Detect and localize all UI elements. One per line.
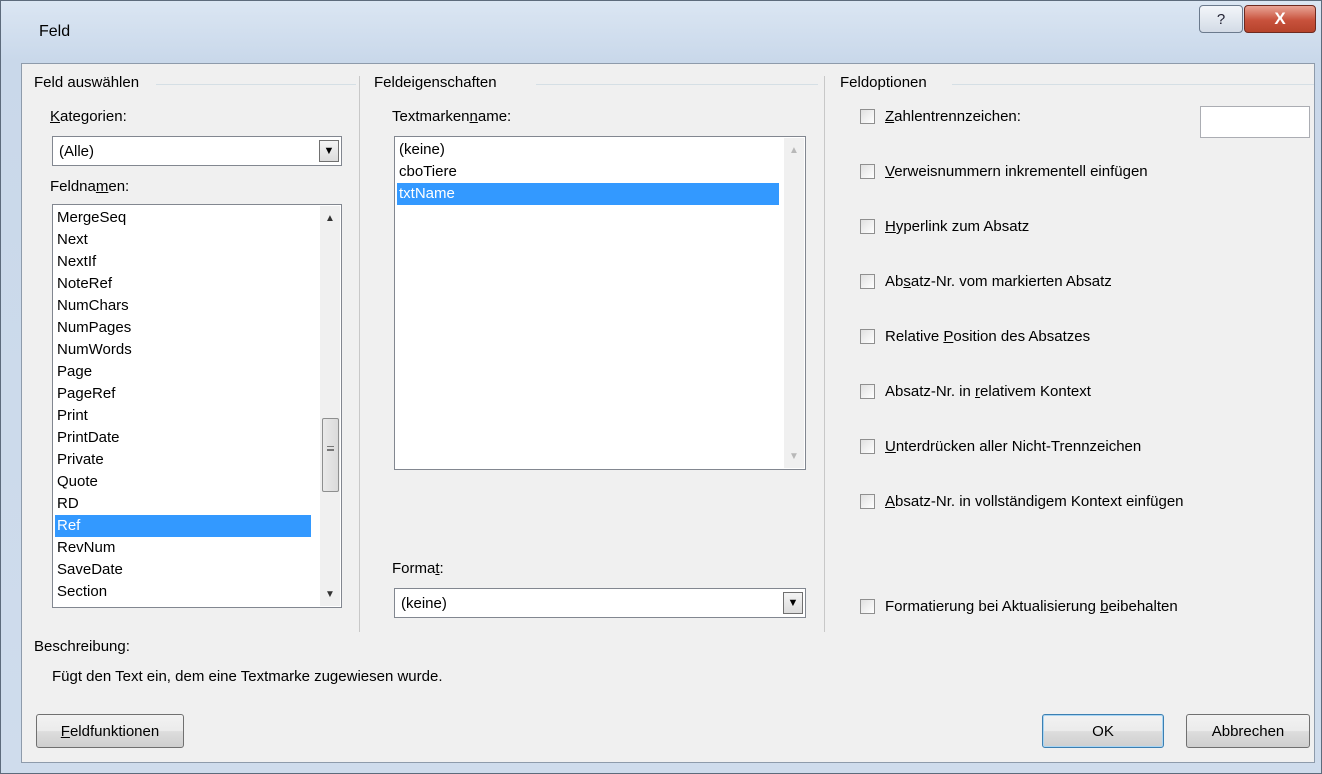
scroll-up-icon[interactable]: ▲	[320, 208, 340, 228]
chevron-down-icon[interactable]: ▼	[319, 140, 339, 162]
fieldname-item[interactable]: PageRef	[55, 383, 311, 405]
option-label: Zahlentrennzeichen:	[885, 108, 1021, 125]
help-icon: ?	[1216, 10, 1226, 28]
option-checkbox[interactable]	[860, 439, 875, 454]
fieldname-item[interactable]: NumPages	[55, 317, 311, 339]
chevron-down-icon[interactable]: ▼	[783, 592, 803, 614]
number-separator-input[interactable]	[1200, 106, 1310, 138]
title-bar: Feld ? X	[1, 1, 1321, 63]
cancel-label: Abbrechen	[1211, 722, 1285, 740]
field-dialog: Feld ? X Feld auswählen Kategorien: (All…	[0, 0, 1322, 774]
fieldname-item[interactable]: Page	[55, 361, 311, 383]
fieldname-item[interactable]: SaveDate	[55, 559, 311, 581]
ok-label: OK	[1092, 722, 1114, 740]
option-checkbox[interactable]	[860, 384, 875, 399]
fieldname-item[interactable]: MergeSeq	[55, 207, 311, 229]
fieldname-item[interactable]: NumWords	[55, 339, 311, 361]
bookmark-label: Textmarkenname:	[392, 108, 512, 125]
help-button[interactable]: ?	[1199, 5, 1243, 33]
fieldname-item[interactable]: NextIf	[55, 251, 311, 273]
dialog-client: Feld auswählen Kategorien: (Alle) ▼ Feld…	[21, 63, 1315, 763]
format-value: (keine)	[401, 595, 447, 612]
bookmark-listbox[interactable]: (keine) cboTiere txtName ▲ ▼	[394, 136, 806, 470]
fieldname-item[interactable]: RD	[55, 493, 311, 515]
categories-label: Kategorien:	[50, 108, 127, 125]
fieldname-item[interactable]: Ref	[55, 515, 311, 537]
fieldname-item[interactable]: Quote	[55, 471, 311, 493]
option-checkbox-row[interactable]: Absatz-Nr. in relativem Kontext	[860, 383, 1091, 400]
fieldname-item[interactable]: RevNum	[55, 537, 311, 559]
fieldname-item[interactable]: Print	[55, 405, 311, 427]
option-label: Formatierung bei Aktualisierung beibehal…	[885, 598, 1178, 615]
options-group-title: Feldoptionen	[840, 74, 927, 91]
column-separator	[824, 76, 825, 632]
field-codes-label: Feldfunktionen	[60, 722, 160, 740]
option-checkbox-row[interactable]: Absatz-Nr. vom markierten Absatz	[860, 273, 1112, 290]
option-label: Relative Position des Absatzes	[885, 328, 1091, 345]
option-checkbox-row[interactable]: Hyperlink zum Absatz	[860, 218, 1029, 235]
option-checkbox-row[interactable]: Verweisnummern inkrementell einfügen	[860, 163, 1148, 180]
fieldname-item[interactable]: Private	[55, 449, 311, 471]
categories-value: (Alle)	[59, 143, 95, 160]
fieldname-item[interactable]: PrintDate	[55, 427, 311, 449]
fieldnames-scrollbar[interactable]: ▲ ▼	[320, 206, 340, 606]
option-checkbox-row[interactable]: Absatz-Nr. in vollständigem Kontext einf…	[860, 493, 1184, 510]
scroll-down-icon[interactable]: ▼	[784, 446, 804, 466]
field-codes-button[interactable]: Feldfunktionen	[36, 714, 184, 748]
option-checkbox-row[interactable]: Formatierung bei Aktualisierung beibehal…	[860, 598, 1178, 615]
option-checkbox[interactable]	[860, 599, 875, 614]
option-checkbox[interactable]	[860, 164, 875, 179]
bookmark-items: (keine) cboTiere txtName	[397, 139, 779, 205]
option-label: Absatz-Nr. in relativem Kontext	[885, 383, 1091, 400]
option-label: Absatz-Nr. in vollständigem Kontext einf…	[885, 493, 1184, 510]
scroll-up-icon[interactable]: ▲	[784, 140, 804, 160]
ok-button[interactable]: OK	[1042, 714, 1164, 748]
bookmark-item[interactable]: (keine)	[397, 139, 779, 161]
option-label: Unterdrücken aller Nicht-Trennzeichen	[885, 438, 1142, 455]
option-checkbox[interactable]	[860, 494, 875, 509]
fieldname-item[interactable]: Section	[55, 581, 311, 603]
option-label: Hyperlink zum Absatz	[885, 218, 1030, 235]
format-label: Format:	[392, 560, 444, 577]
fieldnames-label: Feldnamen:	[50, 178, 130, 195]
description-text: Fügt den Text ein, dem eine Textmarke zu…	[52, 668, 443, 685]
group-divider	[536, 84, 818, 85]
column-separator	[359, 76, 360, 632]
description-label: Beschreibung:	[34, 638, 130, 655]
properties-group-title: Feldeigenschaften	[374, 74, 497, 91]
option-checkbox-row[interactable]: Zahlentrennzeichen:	[860, 108, 1021, 125]
option-checkbox[interactable]	[860, 329, 875, 344]
cancel-button[interactable]: Abbrechen	[1186, 714, 1310, 748]
scrollbar-thumb[interactable]	[322, 418, 339, 492]
select-field-group-title: Feld auswählen	[34, 74, 140, 91]
bookmark-scrollbar[interactable]: ▲ ▼	[784, 138, 804, 468]
fieldnames-items: MergeSeq Next NextIf NoteRef NumChars NumPage…	[55, 207, 311, 603]
close-button[interactable]: X	[1244, 5, 1316, 33]
fieldname-item[interactable]: NoteRef	[55, 273, 311, 295]
option-label: Verweisnummern inkrementell einfügen	[885, 163, 1148, 180]
window-title: Feld	[39, 23, 71, 40]
option-checkbox[interactable]	[860, 219, 875, 234]
group-divider	[156, 84, 356, 85]
close-icon: X	[1274, 9, 1286, 28]
scroll-down-icon[interactable]: ▼	[320, 584, 340, 604]
bookmark-item[interactable]: cboTiere	[397, 161, 779, 183]
fieldname-item[interactable]: Next	[55, 229, 311, 251]
bookmark-item[interactable]: txtName	[397, 183, 779, 205]
fieldnames-listbox[interactable]: MergeSeq Next NextIf NoteRef NumChars NumPage…	[52, 204, 342, 608]
option-checkbox-row[interactable]: Unterdrücken aller Nicht-Trennzeichen	[860, 438, 1141, 455]
option-label: Absatz-Nr. vom markierten Absatz	[885, 273, 1112, 290]
option-checkbox-row[interactable]: Relative Position des Absatzes	[860, 328, 1090, 345]
format-combobox[interactable]: (keine) ▼	[394, 588, 806, 618]
option-checkbox[interactable]	[860, 109, 875, 124]
categories-combobox[interactable]: (Alle) ▼	[52, 136, 342, 166]
fieldname-item[interactable]: NumChars	[55, 295, 311, 317]
option-checkbox[interactable]	[860, 274, 875, 289]
group-divider	[952, 84, 1314, 85]
